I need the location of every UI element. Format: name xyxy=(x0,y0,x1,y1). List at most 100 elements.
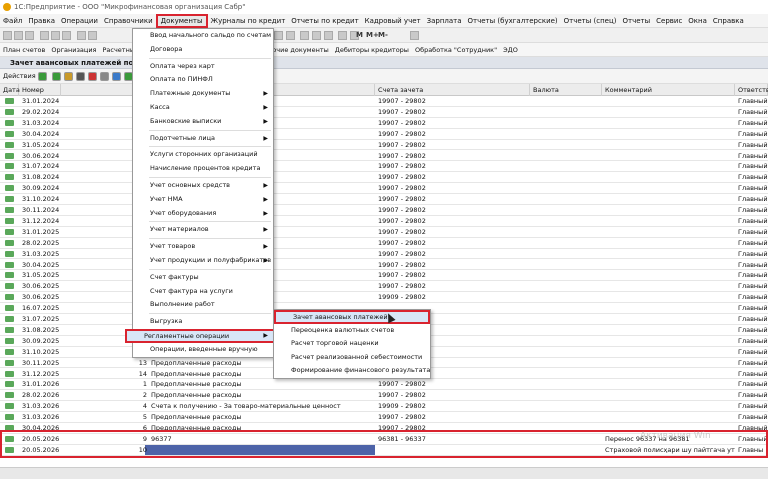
toolbar-icon-0[interactable] xyxy=(3,31,12,40)
menu-item-0[interactable]: Ввод начального сальдо по счетам xyxy=(133,29,273,43)
toolbar-icon-3[interactable] xyxy=(40,31,49,40)
menu-14[interactable]: Справка xyxy=(710,14,747,28)
menu-2[interactable]: Операции xyxy=(58,14,101,28)
menu-0[interactable]: Файл xyxy=(0,14,25,28)
submenu-item-3[interactable]: Расчет реализованной себестоимости xyxy=(274,351,430,365)
actions-menu-button[interactable]: Действия ▾ xyxy=(3,72,41,80)
menu-item-17[interactable]: Счет фактура на услуги xyxy=(133,285,273,299)
submenu-item-1[interactable]: Переоценка валютных счетов xyxy=(274,324,430,338)
table-row[interactable]: 31.01.202419907 - 29802Главный б xyxy=(0,96,768,107)
action-icon-1[interactable] xyxy=(52,72,61,81)
table-row[interactable]: 30.06.2025материальные ценност19909 - 29… xyxy=(0,292,768,304)
menu-item-13[interactable]: Учет материалов ▶ xyxy=(133,223,273,237)
column-header-1[interactable]: Номер xyxy=(19,84,61,96)
menu-1[interactable]: Правка xyxy=(25,14,58,28)
table-row[interactable]: 30.04.202519907 - 29802Главный б xyxy=(0,260,768,271)
column-header-5[interactable]: Комментарий xyxy=(602,84,735,96)
submenu-item-4[interactable]: Формирование финансового результата xyxy=(274,364,430,378)
memory-button-1[interactable]: M+ xyxy=(366,31,379,39)
menu-item-14[interactable]: Учет товаров ▶ xyxy=(133,240,273,254)
table-row[interactable]: 29.02.202419907 - 29802Главный б xyxy=(0,107,768,118)
table-row[interactable]: 31.01.2026 1 Предоплаченные расходы 19907 -… xyxy=(0,379,768,391)
toolbar-icon-5[interactable] xyxy=(62,31,71,40)
menu-11[interactable]: Отчеты xyxy=(619,14,653,28)
toolbar-icon-4[interactable] xyxy=(51,31,60,40)
column-header-4[interactable]: Валюта xyxy=(530,84,602,96)
table-row[interactable]: 31.05.202419907 - 29802Главный б xyxy=(0,140,768,151)
action-icon-4[interactable] xyxy=(88,72,97,81)
panel-link-1[interactable]: Организация xyxy=(51,46,96,54)
toolbar-icon-11[interactable] xyxy=(286,31,295,40)
table-row[interactable]: 30.04.202419907 - 29802Главный б xyxy=(0,129,768,140)
menu-item-20[interactable]: Регламентные операции ▶ xyxy=(125,328,275,343)
menu-item-15[interactable]: Учет продукции и полуфабрикатов ▶ xyxy=(133,254,273,268)
toolbar-icon-2[interactable] xyxy=(25,31,34,40)
table-row[interactable]: 30.11.202419907 - 29802Главный б xyxy=(0,205,768,216)
table-row[interactable]: 31.10.202419907 - 29802Главный б xyxy=(0,194,768,205)
menu-item-1[interactable]: Договора xyxy=(133,43,273,57)
menu-item-11[interactable]: Учет НМА ▶ xyxy=(133,193,273,207)
menu-10[interactable]: Отчеты (спец) xyxy=(561,14,620,28)
table-row[interactable]: 30.06.202419907 - 29802Главный б xyxy=(0,151,768,162)
menu-item-10[interactable]: Учет основных средств ▶ xyxy=(133,179,273,193)
menu-13[interactable]: Окна xyxy=(685,14,710,28)
menu-item-6[interactable]: Банковские выписки ▶ xyxy=(133,115,273,129)
action-icon-3[interactable] xyxy=(76,72,85,81)
menu-item-8[interactable]: Услуги сторонних организаций xyxy=(133,148,273,162)
table-row[interactable]: 31.01.202519907 - 29802Главный б xyxy=(0,227,768,238)
memory-button-0[interactable]: M xyxy=(356,31,363,39)
menu-3[interactable]: Справочники xyxy=(101,14,156,28)
table-row[interactable]: 31.05.202519907 - 29802Главный б xyxy=(0,270,768,282)
table-row[interactable]: 31.03.2026 4 Счета к получению - За товаро… xyxy=(0,401,768,413)
menu-item-3[interactable]: Оплата по ПИНФЛ xyxy=(133,73,273,87)
column-header-6[interactable]: Ответстве xyxy=(735,84,768,96)
menu-8[interactable]: Зарплата xyxy=(424,14,465,28)
table-row[interactable]: 31.08.202419907 - 29802Главный б xyxy=(0,172,768,184)
menu-item-5[interactable]: Касса ▶ xyxy=(133,101,273,115)
toolbar-icon-13[interactable] xyxy=(312,31,321,40)
table-row[interactable]: 30.09.202419907 - 29802Главный б xyxy=(0,183,768,195)
panel-link-6[interactable]: Дебиторы кредиторы xyxy=(335,46,409,54)
toolbar-icon-7[interactable] xyxy=(88,31,97,40)
table-row[interactable]: 31.07.202419907 - 29802Главный б xyxy=(0,161,768,173)
toolbar-icon-15[interactable] xyxy=(338,31,347,40)
menu-6[interactable]: Отчеты по кредит xyxy=(288,14,361,28)
submenu-item-2[interactable]: Расчет торговой наценки xyxy=(274,337,430,351)
panel-link-0[interactable]: План счетов xyxy=(3,46,45,54)
memory-button-2[interactable]: M- xyxy=(378,31,388,39)
menu-12[interactable]: Сервис xyxy=(653,14,685,28)
action-icon-5[interactable] xyxy=(100,72,109,81)
table-row[interactable]: 31.03.2026 5 Предоплаченные расходы 19907 -… xyxy=(0,412,768,423)
table-row[interactable]: 31.03.202419907 - 29802Главный б xyxy=(0,118,768,129)
table-row[interactable]: 30.06.202519907 - 29802Главный б xyxy=(0,281,768,293)
column-header-3[interactable]: Счета зачета xyxy=(375,84,530,96)
toolbar-icon-17[interactable] xyxy=(410,31,419,40)
action-icon-6[interactable] xyxy=(112,72,121,81)
toolbar-icon-14[interactable] xyxy=(324,31,333,40)
menu-item-7[interactable]: Подотчетные лица ▶ xyxy=(133,132,273,146)
menu-item-16[interactable]: Счет фактуры xyxy=(133,271,273,285)
table-row[interactable]: 20.05.2026 10 Страховой полисҳари шу пайтг… xyxy=(0,444,768,456)
toolbar-icon-12[interactable] xyxy=(300,31,309,40)
menu-item-19[interactable]: Выгрузка xyxy=(133,315,273,329)
action-icon-0[interactable] xyxy=(38,72,47,81)
menu-4[interactable]: Документы xyxy=(155,13,208,28)
menu-5[interactable]: Журналы по кредит xyxy=(208,14,289,28)
menu-item-9[interactable]: Начисление процентов кредита xyxy=(133,162,273,176)
toolbar-icon-10[interactable] xyxy=(274,31,283,40)
menu-item-21[interactable]: Операции, введенные вручную xyxy=(133,343,273,357)
column-header-0[interactable]: Дата xyxy=(0,84,20,96)
submenu-item-0[interactable]: Зачет авансовых платежей xyxy=(274,310,430,324)
menu-9[interactable]: Отчеты (бухгалтерские) xyxy=(465,14,561,28)
table-row[interactable]: 31.03.202519907 - 29802Главный б xyxy=(0,249,768,260)
menu-item-4[interactable]: Платежные документы ▶ xyxy=(133,87,273,101)
menu-item-12[interactable]: Учет оборудования ▶ xyxy=(133,207,273,221)
panel-link-8[interactable]: ЭДО xyxy=(503,46,518,54)
table-row[interactable]: 28.02.2026 2 Предоплаченные расходы 19907 -… xyxy=(0,390,768,402)
menu-item-2[interactable]: Оплата через карт xyxy=(133,60,273,74)
table-row[interactable]: 28.02.202519907 - 29802Главный б xyxy=(0,238,768,249)
menu-item-18[interactable]: Выполнение работ xyxy=(133,298,273,312)
menu-7[interactable]: Кадровый учет xyxy=(362,14,424,28)
toolbar-icon-1[interactable] xyxy=(14,31,23,40)
toolbar-icon-6[interactable] xyxy=(77,31,86,40)
